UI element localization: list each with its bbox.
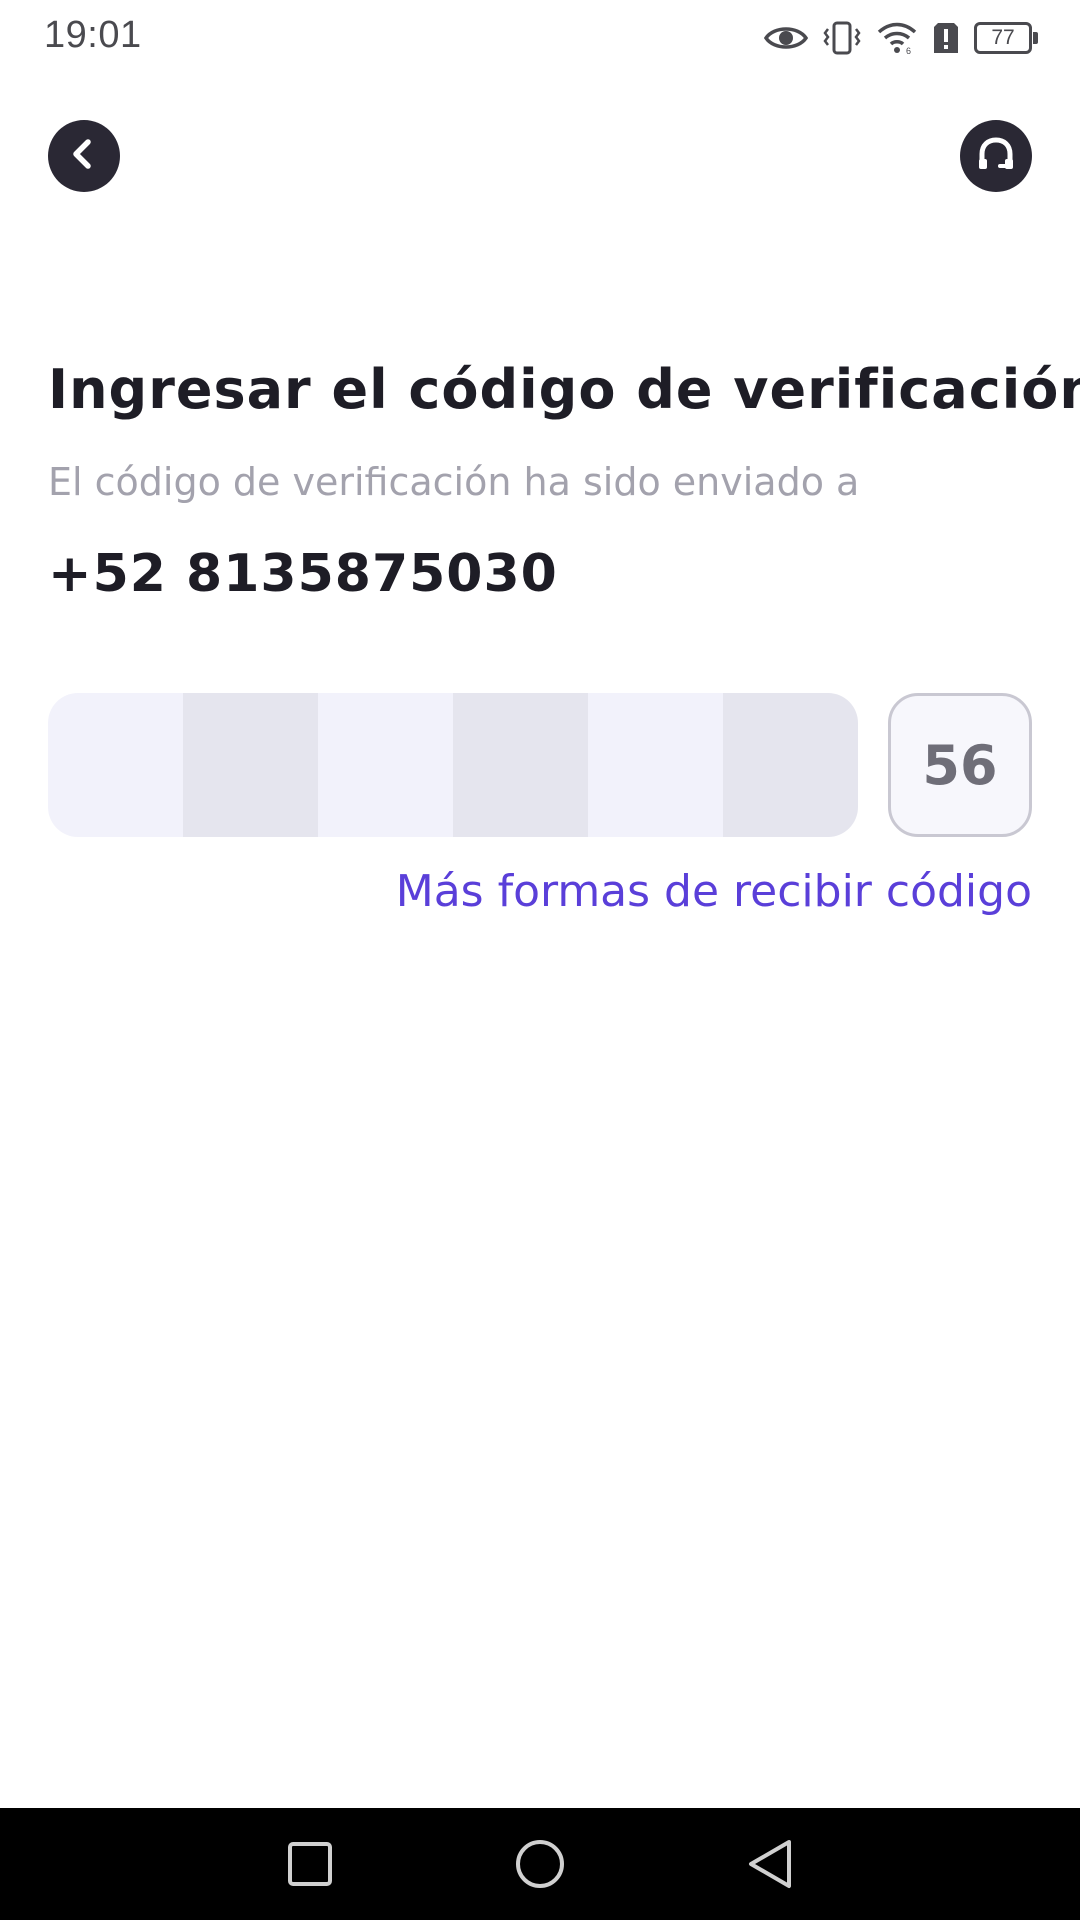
vibrate-icon <box>822 21 862 55</box>
code-digit-1[interactable] <box>48 693 183 837</box>
resend-countdown: 56 <box>888 693 1032 837</box>
code-digit-4[interactable] <box>453 693 588 837</box>
eye-icon <box>764 23 808 53</box>
triangle-back-icon <box>745 1838 795 1894</box>
battery-level: 77 <box>991 26 1015 49</box>
headset-icon <box>974 132 1018 180</box>
page-title: Ingresar el código de verificación <box>48 358 1080 421</box>
status-icons: 6 77 <box>764 16 1038 60</box>
battery-icon: 77 <box>974 22 1038 54</box>
status-time: 19:01 <box>44 14 142 56</box>
recents-button[interactable] <box>282 1838 338 1894</box>
verification-code-input[interactable] <box>48 693 858 837</box>
more-ways-link[interactable]: Más formas de recibir código <box>396 866 1032 917</box>
alert-icon <box>932 21 960 55</box>
page-subtitle: El código de verificación ha sido enviad… <box>48 460 860 504</box>
circle-icon <box>514 1838 566 1894</box>
square-icon <box>286 1840 334 1892</box>
code-digit-6[interactable] <box>723 693 858 837</box>
nav-back-button[interactable] <box>742 1838 798 1894</box>
phone-number: +52 8135875030 <box>48 544 558 604</box>
svg-text:6: 6 <box>906 46 911 55</box>
home-button[interactable] <box>512 1838 568 1894</box>
status-bar: 19:01 6 77 <box>0 0 1080 78</box>
code-digit-5[interactable] <box>588 693 723 837</box>
wifi-icon: 6 <box>876 21 918 55</box>
back-button[interactable] <box>48 120 120 192</box>
navigation-bar <box>0 1808 1080 1920</box>
verification-screen: 19:01 6 77 Ingresar el código de verific… <box>0 0 1080 1920</box>
code-digit-2[interactable] <box>183 693 318 837</box>
code-digit-3[interactable] <box>318 693 453 837</box>
support-button[interactable] <box>960 120 1032 192</box>
chevron-left-icon <box>66 136 102 176</box>
